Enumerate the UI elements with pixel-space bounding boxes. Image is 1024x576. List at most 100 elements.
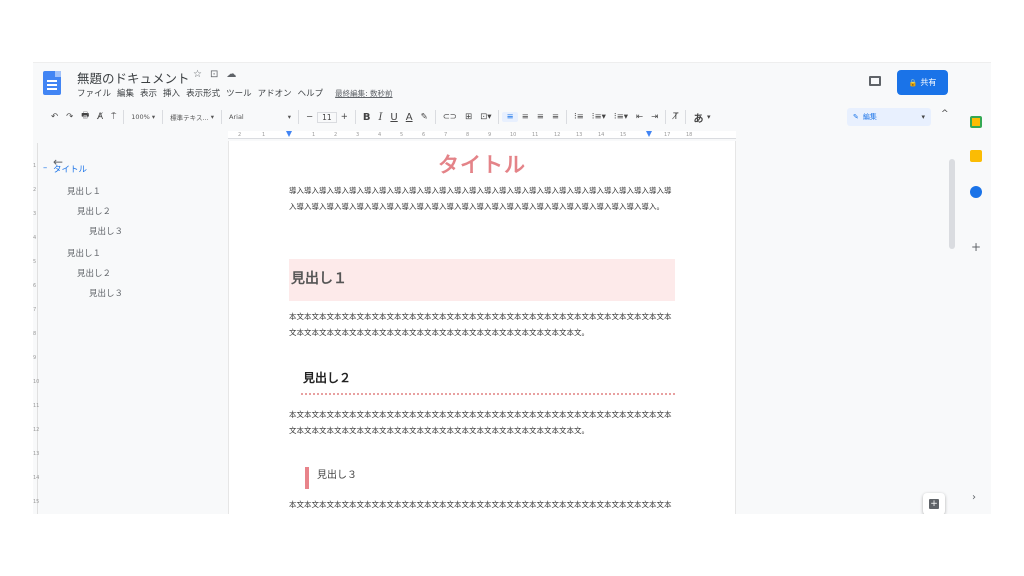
separator <box>685 110 687 124</box>
insert-image-icon[interactable]: ⊡ ▾ <box>476 112 495 122</box>
move-folder-icon[interactable]: ⊡ <box>210 69 218 80</box>
menu-view[interactable]: 表示 <box>140 87 157 99</box>
share-button[interactable]: 🔒 共有 <box>897 70 948 95</box>
increase-font-size-button[interactable]: + <box>337 112 352 122</box>
zoom-select[interactable]: 100% ▾ <box>127 113 159 121</box>
outline-item[interactable]: 見出し１ <box>67 185 101 197</box>
outline-item[interactable]: 見出し３ <box>89 225 123 237</box>
input-tools-button[interactable]: あ ▾ <box>689 110 714 125</box>
font-size-input[interactable]: 11 <box>317 111 337 123</box>
menu-edit[interactable]: 編集 <box>117 87 134 99</box>
separator <box>123 110 125 124</box>
comments-icon[interactable] <box>869 76 881 86</box>
ruler-label: 11 <box>532 132 539 138</box>
toolbar: ↶ ↷ 🖶 A̸ ⍑ 100% ▾ 標準テキス... ▾ Arial ▾ − 11… <box>33 105 963 129</box>
style-select[interactable]: 標準テキス... ▾ <box>166 112 218 122</box>
tasks-icon[interactable] <box>970 186 982 198</box>
ruler-label: 14 <box>598 132 605 138</box>
menu-addons[interactable]: アドオン <box>258 87 292 99</box>
collapse-menus-icon[interactable]: ^ <box>941 109 949 119</box>
undo-icon[interactable]: ↶ <box>47 112 62 122</box>
menu-help[interactable]: ヘルプ <box>298 87 324 99</box>
outline-item[interactable]: 見出し３ <box>89 287 123 299</box>
bold-button[interactable]: B <box>359 112 375 123</box>
add-comment-icon[interactable]: ⊞ <box>461 112 476 122</box>
separator <box>354 110 356 124</box>
editing-mode-select[interactable]: ✎ 編集 ▾ <box>847 108 931 126</box>
outline-item[interactable]: 見出し２ <box>77 267 111 279</box>
separator <box>498 110 500 124</box>
calendar-icon[interactable] <box>970 116 982 128</box>
spellcheck-icon[interactable]: A̸ <box>93 112 107 122</box>
menu-format[interactable]: 表示形式 <box>186 87 220 99</box>
menu-tools[interactable]: ツール <box>226 87 252 99</box>
heading-3[interactable]: 見出し３ <box>305 467 357 489</box>
ruler-label: 13 <box>576 132 583 138</box>
line-spacing-icon[interactable]: ⁝≡ <box>570 112 588 122</box>
link-icon[interactable]: ⊂⊃ <box>439 112 461 122</box>
add-ons-plus-icon[interactable]: + <box>971 240 981 254</box>
menu-insert[interactable]: 挿入 <box>163 87 180 99</box>
star-icon[interactable]: ☆ <box>193 69 202 80</box>
outline-item[interactable]: 見出し２ <box>77 205 111 217</box>
ruler-label: 4 <box>378 132 382 138</box>
right-indent-marker[interactable] <box>646 131 652 137</box>
plus-square-icon: + <box>929 499 939 509</box>
highlight-icon[interactable]: ✎ <box>417 112 432 122</box>
decrease-font-size-button[interactable]: − <box>302 112 317 122</box>
docs-logo-icon[interactable] <box>43 71 61 95</box>
ruler-label: 1 <box>312 132 316 138</box>
bulleted-list-icon[interactable]: ⁝≡ ▾ <box>610 112 632 122</box>
vertical-scrollbar[interactable] <box>949 159 955 249</box>
outline-item[interactable]: 見出し１ <box>67 247 101 259</box>
italic-button[interactable]: I <box>374 112 386 123</box>
body-paragraph-2[interactable]: 本文本文本文本文本文本文本文本文本文本文本文本文本文本文本文本文本文本文本文本文… <box>289 407 675 439</box>
menu-file[interactable]: ファイル <box>77 87 111 99</box>
ruler-label: 6 <box>422 132 426 138</box>
body-paragraph-1[interactable]: 本文本文本文本文本文本文本文本文本文本文本文本文本文本文本文本文本文本文本文本文… <box>289 309 675 341</box>
keep-icon[interactable] <box>970 150 982 162</box>
title-icons: ☆ ⊡ ☁ <box>193 69 236 80</box>
heading-2[interactable]: 見出し２ <box>303 369 351 386</box>
chevron-down-icon: ▾ <box>921 113 925 121</box>
checklist-icon[interactable]: ⁝≡ ▾ <box>588 112 610 122</box>
underline-button[interactable]: U <box>386 112 401 123</box>
menu-bar: ファイル 編集 表示 挿入 表示形式 ツール アドオン ヘルプ 最終編集: 数秒… <box>77 87 393 99</box>
ruler-label: 5 <box>400 132 404 138</box>
heading-1[interactable]: 見出し１ <box>289 259 675 301</box>
left-indent-marker[interactable] <box>286 131 292 137</box>
cloud-status-icon[interactable]: ☁ <box>226 69 236 80</box>
document-page[interactable]: タイトル 導入導入導入導入導入導入導入導入導入導入導入導入導入導入導入導入導入導… <box>228 141 736 514</box>
explore-button[interactable]: + <box>923 493 945 514</box>
align-justify-icon[interactable]: ≡ <box>548 112 563 122</box>
decrease-indent-icon[interactable]: ⇤ <box>632 112 647 122</box>
font-select[interactable]: Arial ▾ <box>225 113 295 121</box>
separator <box>434 110 436 124</box>
ruler-label: 8 <box>466 132 470 138</box>
align-right-icon[interactable]: ≡ <box>533 112 548 122</box>
increase-indent-icon[interactable]: ⇥ <box>647 112 662 122</box>
editing-mode-label: 編集 <box>862 113 877 121</box>
body-paragraph-3[interactable]: 本文本文本文本文本文本文本文本文本文本文本文本文本文本文本文本文本文本文本文本文… <box>289 497 675 514</box>
pencil-icon: ✎ <box>853 113 859 121</box>
ruler-label: 2 <box>238 132 242 138</box>
outline-item[interactable]: タイトル <box>43 163 87 175</box>
intro-paragraph[interactable]: 導入導入導入導入導入導入導入導入導入導入導入導入導入導入導入導入導入導入導入導入… <box>289 183 675 215</box>
align-left-icon[interactable]: ≡ <box>502 112 518 122</box>
last-edit-link[interactable]: 最終編集: 数秒前 <box>335 87 392 99</box>
heading-2-underline <box>301 393 675 395</box>
paint-format-icon[interactable]: ⍑ <box>107 112 120 122</box>
document-title[interactable]: 無題のドキュメント <box>77 68 190 87</box>
ruler-label: 1 <box>262 132 266 138</box>
doc-heading-title[interactable]: タイトル <box>229 149 735 179</box>
show-side-panel-icon[interactable]: › <box>972 492 976 503</box>
print-icon[interactable]: 🖶 <box>77 110 93 124</box>
align-center-icon[interactable]: ≡ <box>518 112 533 122</box>
ruler-label: 12 <box>554 132 561 138</box>
ruler-label: 17 <box>664 132 671 138</box>
redo-icon[interactable]: ↷ <box>62 112 77 122</box>
text-color-button[interactable]: A <box>402 112 417 123</box>
horizontal-ruler[interactable]: 2 1 1 2 3 4 5 6 7 8 9 10 11 12 13 14 15 17 18 <box>228 131 736 139</box>
docs-window: 無題のドキュメント ☆ ⊡ ☁ ファイル 編集 表示 挿入 表示形式 ツール ア… <box>33 62 991 514</box>
clear-formatting-icon[interactable]: T̸ <box>669 112 682 122</box>
